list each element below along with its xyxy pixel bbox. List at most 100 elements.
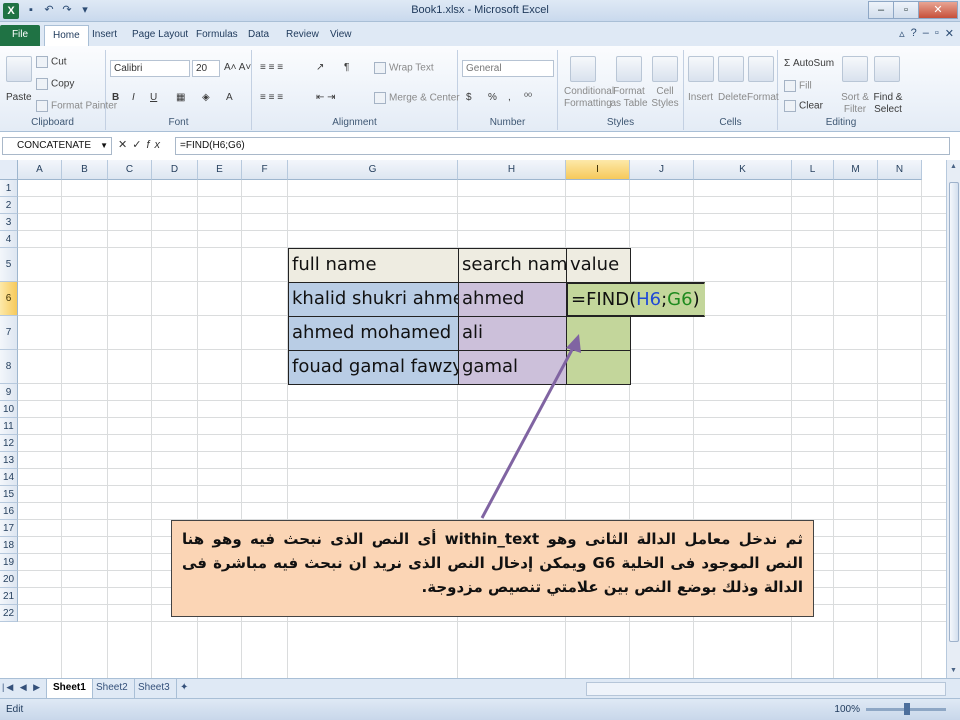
tab-home[interactable]: Home	[44, 25, 89, 46]
format-cells-button[interactable]: Format	[747, 92, 779, 103]
horizontal-scrollbar[interactable]	[586, 682, 946, 696]
row-header[interactable]: 6	[0, 282, 18, 316]
row-header[interactable]: 7	[0, 316, 18, 350]
scroll-up-icon[interactable]: ▲	[947, 160, 960, 174]
chevron-down-icon[interactable]: ▼	[100, 138, 108, 154]
row-header[interactable]: 13	[0, 452, 18, 469]
column-header[interactable]: C	[108, 160, 152, 180]
format-table-icon[interactable]	[616, 56, 642, 82]
row-header[interactable]: 20	[0, 571, 18, 588]
percent-button[interactable]: %	[488, 92, 497, 103]
font-size-combo[interactable]: 20	[192, 60, 220, 77]
insert-cells-icon[interactable]	[688, 56, 714, 82]
top-align-icon[interactable]: ≡ ≡ ≡	[260, 62, 283, 73]
vertical-scrollbar[interactable]: ▲ ▼	[946, 160, 960, 678]
row-header[interactable]: 11	[0, 418, 18, 435]
value-cell[interactable]	[566, 316, 631, 351]
row-header[interactable]: 5	[0, 248, 18, 282]
insert-sheet-icon[interactable]: ✦	[174, 679, 194, 698]
table-header-search-name[interactable]: search name	[458, 248, 567, 283]
row-header[interactable]: 19	[0, 554, 18, 571]
scroll-thumb[interactable]	[949, 182, 959, 642]
align-left-icon[interactable]: ≡ ≡ ≡	[260, 92, 283, 103]
table-header-full-name[interactable]: full name	[288, 248, 459, 283]
merge-center-button[interactable]: Merge & Center	[374, 92, 460, 104]
rtl-icon[interactable]: ¶	[344, 62, 349, 73]
row-header[interactable]: 2	[0, 197, 18, 214]
copy-button[interactable]: Copy	[36, 78, 74, 90]
find-select-button[interactable]: Find & Select	[872, 92, 904, 116]
sheet-tab-sheet1[interactable]: Sheet1	[46, 679, 93, 698]
cell-styles-icon[interactable]	[652, 56, 678, 82]
row-header[interactable]: 15	[0, 486, 18, 503]
underline-button[interactable]: U	[150, 92, 157, 103]
help-icon[interactable]: ?	[911, 27, 917, 40]
full-name-cell[interactable]: fouad gamal fawzy	[288, 350, 459, 385]
scroll-down-icon[interactable]: ▼	[947, 664, 960, 678]
comma-button[interactable]: ,	[508, 92, 511, 103]
worksheet-grid[interactable]: A B C D E F G H I J K L M N 1 2 3 4 5 6 7 8 9 10 11 12 13 14 15 16 17 1…	[0, 160, 946, 678]
active-formula-cell[interactable]: =FIND(H6;G6)	[566, 282, 705, 317]
tab-data[interactable]: Data	[240, 25, 277, 46]
zoom-level[interactable]: 100%	[834, 704, 860, 715]
ribbon-minimize-icon[interactable]: ▵	[899, 27, 905, 40]
column-header[interactable]: A	[18, 160, 62, 180]
font-color-icon[interactable]: A	[226, 92, 233, 103]
formula-input[interactable]: =FIND(H6;G6)	[175, 137, 950, 155]
row-header[interactable]: 4	[0, 231, 18, 248]
column-header[interactable]: L	[792, 160, 834, 180]
column-header[interactable]: D	[152, 160, 198, 180]
column-header[interactable]: M	[834, 160, 878, 180]
conditional-formatting-button[interactable]: Conditional Formatting	[564, 86, 614, 110]
row-header[interactable]: 14	[0, 469, 18, 486]
cancel-formula-button[interactable]: ✕	[118, 139, 132, 151]
enter-formula-button[interactable]: ✓	[132, 139, 146, 151]
binoculars-icon[interactable]	[874, 56, 900, 82]
row-header[interactable]: 18	[0, 537, 18, 554]
delete-cells-button[interactable]: Delete	[718, 92, 747, 103]
tab-page-layout[interactable]: Page Layout	[124, 25, 196, 46]
name-box[interactable]: CONCATENATE ▼	[2, 137, 112, 155]
column-header[interactable]: H	[458, 160, 566, 180]
row-header[interactable]: 21	[0, 588, 18, 605]
bold-button[interactable]: B	[112, 92, 119, 103]
tab-view[interactable]: View	[322, 25, 360, 46]
format-cells-icon[interactable]	[748, 56, 774, 82]
column-header[interactable]: G	[288, 160, 458, 180]
search-name-cell[interactable]: ahmed	[458, 282, 567, 317]
font-name-combo[interactable]: Calibri	[110, 60, 190, 77]
full-name-cell[interactable]: khalid shukri ahmed	[288, 282, 459, 317]
sort-filter-icon[interactable]	[842, 56, 868, 82]
borders-icon[interactable]: ▦	[176, 92, 185, 103]
column-header[interactable]: K	[694, 160, 792, 180]
fill-color-icon[interactable]: ◈	[202, 92, 210, 103]
row-header[interactable]: 9	[0, 384, 18, 401]
column-header[interactable]: I	[566, 160, 630, 180]
column-header[interactable]: J	[630, 160, 694, 180]
row-header[interactable]: 17	[0, 520, 18, 537]
minimize-button[interactable]: –	[868, 1, 894, 19]
insert-cells-button[interactable]: Insert	[688, 92, 713, 103]
indent-icon[interactable]: ⇤ ⇥	[316, 92, 336, 103]
close-button[interactable]: ✕	[918, 1, 958, 19]
row-header[interactable]: 10	[0, 401, 18, 418]
conditional-formatting-icon[interactable]	[570, 56, 596, 82]
maximize-button[interactable]: ▫	[893, 1, 919, 19]
sort-filter-button[interactable]: Sort & Filter	[840, 92, 870, 116]
tab-insert[interactable]: Insert	[84, 25, 125, 46]
zoom-slider-knob[interactable]	[904, 703, 910, 715]
cell-styles-button[interactable]: Cell Styles	[650, 86, 680, 110]
column-header[interactable]: F	[242, 160, 288, 180]
fill-button[interactable]: Fill	[784, 80, 812, 92]
search-name-cell[interactable]: ali	[458, 316, 567, 351]
table-header-value[interactable]: value	[566, 248, 631, 283]
row-header[interactable]: 1	[0, 180, 18, 197]
clear-button[interactable]: Clear	[784, 100, 823, 112]
column-header[interactable]: E	[198, 160, 242, 180]
format-table-button[interactable]: Format as Table	[610, 86, 648, 110]
column-header[interactable]: B	[62, 160, 108, 180]
insert-function-button[interactable]: fx	[146, 139, 165, 151]
doc-minimize-icon[interactable]: –	[923, 27, 929, 40]
tab-file[interactable]: File	[0, 25, 40, 46]
number-format-combo[interactable]: General	[462, 60, 554, 77]
